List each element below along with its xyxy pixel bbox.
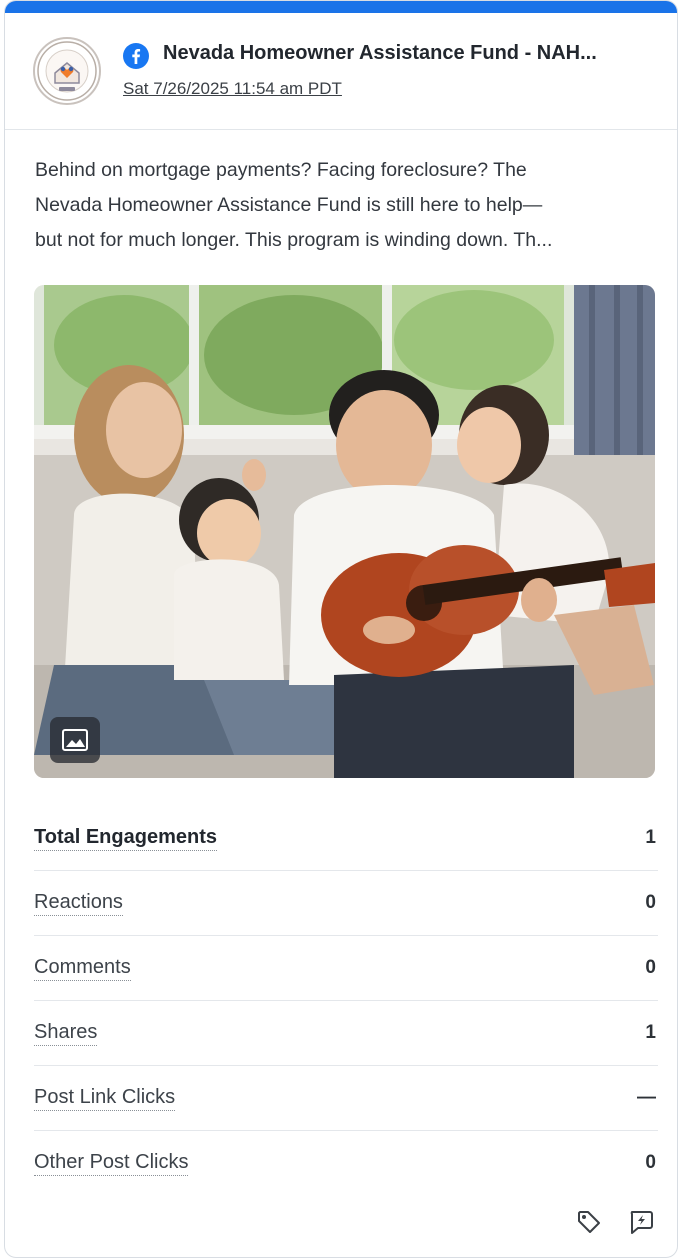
metric-row-shares: Shares 1	[34, 1001, 658, 1066]
media-type-badge[interactable]	[50, 717, 100, 763]
post-text: Behind on mortgage payments? Facing fore…	[35, 153, 655, 258]
metric-label[interactable]: Reactions	[34, 890, 123, 916]
post-actions	[573, 1206, 657, 1238]
metric-row-reactions: Reactions 0	[34, 871, 658, 936]
image-icon	[62, 729, 88, 751]
metric-value: 0	[645, 892, 656, 913]
metric-value: 1	[645, 1022, 656, 1043]
page-name[interactable]: Nevada Homeowner Assistance Fund - NAH..…	[163, 42, 663, 65]
accent-bar	[5, 1, 677, 13]
post-header: Nevada Homeowner Assistance Fund - NAH..…	[5, 13, 677, 130]
metric-label[interactable]: Comments	[34, 955, 131, 981]
message-bolt-icon[interactable]	[625, 1206, 657, 1238]
metric-label[interactable]: Other Post Clicks	[34, 1150, 189, 1176]
post-text-line: but not for much longer. This program is…	[35, 229, 553, 251]
tag-icon[interactable]	[573, 1206, 605, 1238]
metric-row-total-engagements: Total Engagements 1	[34, 806, 658, 871]
metric-label[interactable]: Total Engagements	[34, 825, 217, 851]
family-photo	[34, 285, 655, 778]
metric-value: 0	[645, 957, 656, 978]
metric-value: 0	[645, 1152, 656, 1173]
metric-row-comments: Comments 0	[34, 936, 658, 1001]
metric-row-other-post-clicks: Other Post Clicks 0	[34, 1131, 658, 1195]
metric-row-post-link-clicks: Post Link Clicks —	[34, 1066, 658, 1131]
post-image[interactable]	[34, 285, 655, 778]
post-timestamp-link[interactable]: Sat 7/26/2025 11:54 am PDT	[123, 79, 342, 99]
metric-value: —	[637, 1087, 656, 1108]
post-card: Nevada Homeowner Assistance Fund - NAH..…	[4, 0, 678, 1258]
facebook-icon	[123, 43, 149, 69]
metric-label[interactable]: Shares	[34, 1020, 98, 1046]
metric-value: 1	[645, 827, 656, 848]
page-avatar[interactable]	[33, 37, 101, 105]
post-text-line: Nevada Homeowner Assistance Fund is stil…	[35, 194, 543, 216]
metrics-list: Total Engagements 1 Reactions 0 Comments…	[34, 806, 658, 1195]
metric-label[interactable]: Post Link Clicks	[34, 1085, 176, 1111]
post-text-line: Behind on mortgage payments? Facing fore…	[35, 159, 527, 181]
